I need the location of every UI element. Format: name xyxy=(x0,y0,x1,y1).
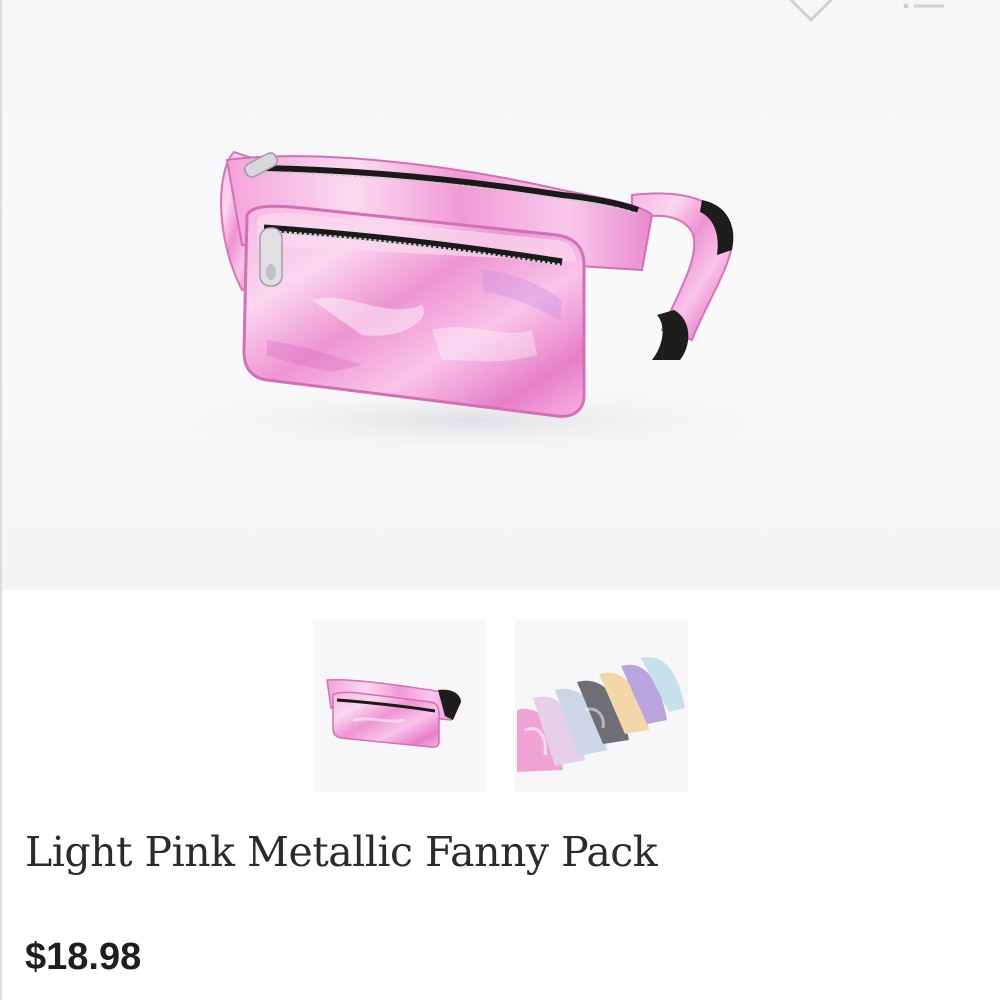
thumbnail-pink-fanny-pack[interactable] xyxy=(313,620,486,792)
heart-icon[interactable] xyxy=(783,0,839,24)
main-product-image[interactable] xyxy=(2,0,1000,590)
list-menu-icon[interactable] xyxy=(898,0,952,22)
product-price: $18.98 xyxy=(25,936,142,978)
fanny-pack-thumbnail-image xyxy=(326,678,461,748)
fanny-pack-illustration xyxy=(172,150,772,455)
color-variants-thumbnail-image xyxy=(517,657,685,772)
thumbnail-color-variants[interactable] xyxy=(515,620,688,792)
product-title: Light Pink Metallic Fanny Pack xyxy=(25,828,658,876)
